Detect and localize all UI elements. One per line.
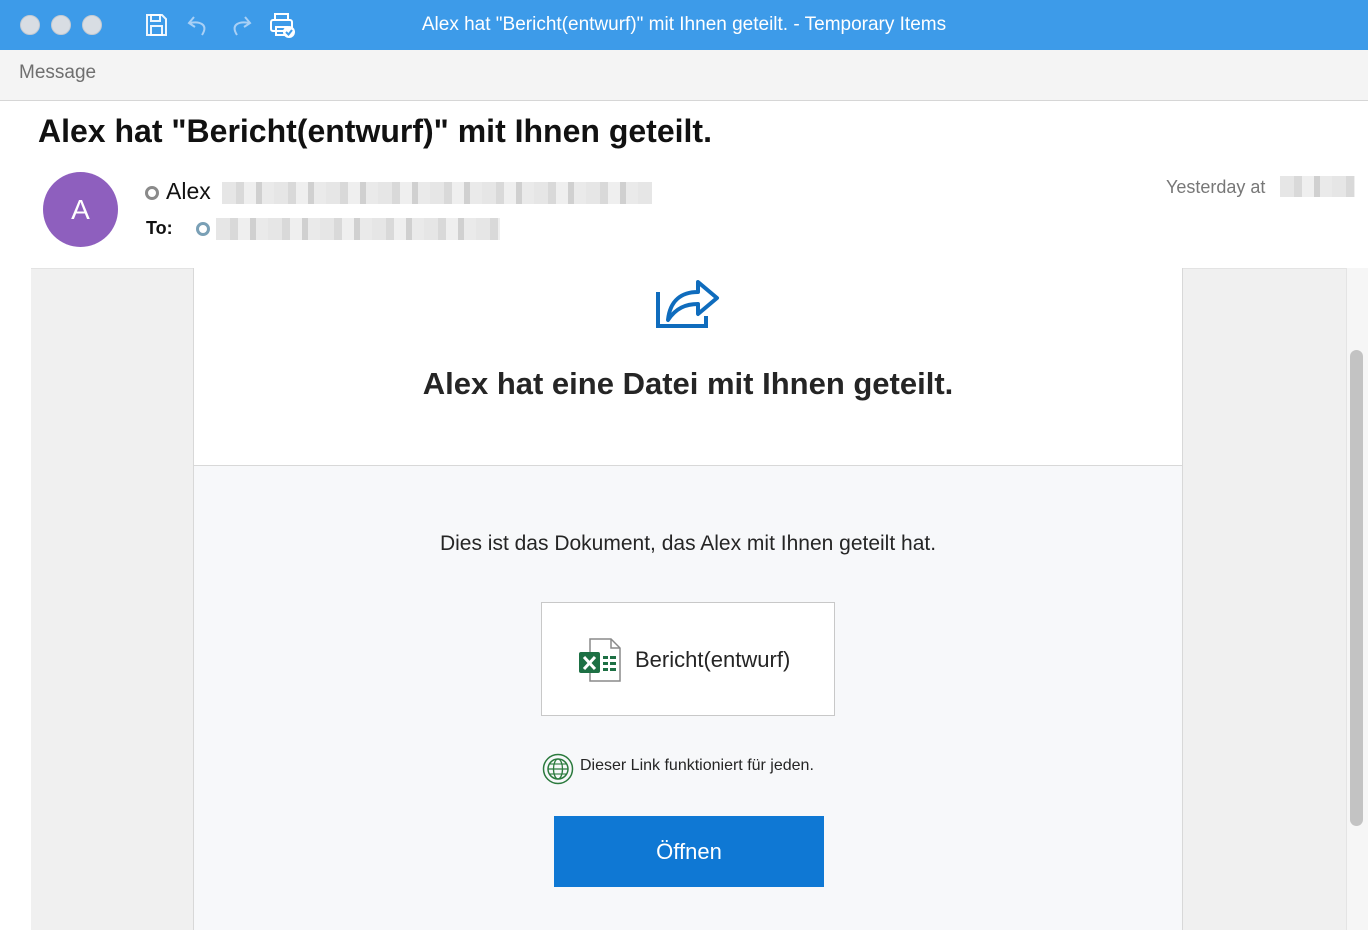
sender-name[interactable]: Alex — [166, 178, 211, 205]
zoom-window-button[interactable] — [82, 15, 102, 35]
share-icon — [656, 280, 719, 328]
sender-avatar[interactable]: A — [43, 172, 118, 247]
ribbon-tab-bar: Message — [0, 50, 1368, 101]
window-title: Alex hat "Bericht(entwurf)" mit Ihnen ge… — [421, 14, 947, 35]
recipient-redacted[interactable] — [216, 218, 500, 240]
share-heading: Alex hat eine Datei mit Ihnen geteilt. — [422, 366, 954, 401]
email-subject: Alex hat "Bericht(entwurf)" mit Ihnen ge… — [38, 113, 712, 149]
tab-message[interactable]: Message — [19, 62, 96, 84]
print-icon[interactable] — [268, 11, 296, 39]
excel-file-icon — [579, 638, 621, 682]
save-icon[interactable] — [142, 11, 170, 39]
to-label: To: — [146, 218, 173, 238]
open-file-button[interactable]: Öffnen — [554, 816, 824, 887]
title-bar: Alex hat "Bericht(entwurf)" mit Ihnen ge… — [0, 0, 1368, 50]
received-date: Yesterday at — [1166, 177, 1266, 197]
link-access-note: Dieser Link funktioniert für jeden. — [580, 757, 814, 774]
share-description: Dies ist das Dokument, das Alex mit Ihne… — [439, 532, 937, 555]
minimize-window-button[interactable] — [51, 15, 71, 35]
received-time-redacted — [1280, 176, 1355, 197]
shared-file-tile[interactable]: Bericht(entwurf) — [541, 602, 835, 716]
sender-email-redacted — [222, 182, 652, 204]
close-window-button[interactable] — [20, 15, 40, 35]
redo-icon[interactable] — [226, 11, 254, 39]
shared-file-name[interactable]: Bericht(entwurf) — [635, 647, 790, 673]
share-card-header: Alex hat eine Datei mit Ihnen geteilt. — [194, 268, 1182, 466]
recipient-presence-icon — [196, 222, 210, 236]
globe-icon — [542, 753, 574, 785]
share-card: Alex hat eine Datei mit Ihnen geteilt. D… — [193, 268, 1183, 930]
undo-icon[interactable] — [185, 11, 213, 39]
scrollbar-thumb[interactable] — [1350, 350, 1363, 826]
sender-presence-icon — [145, 186, 159, 200]
